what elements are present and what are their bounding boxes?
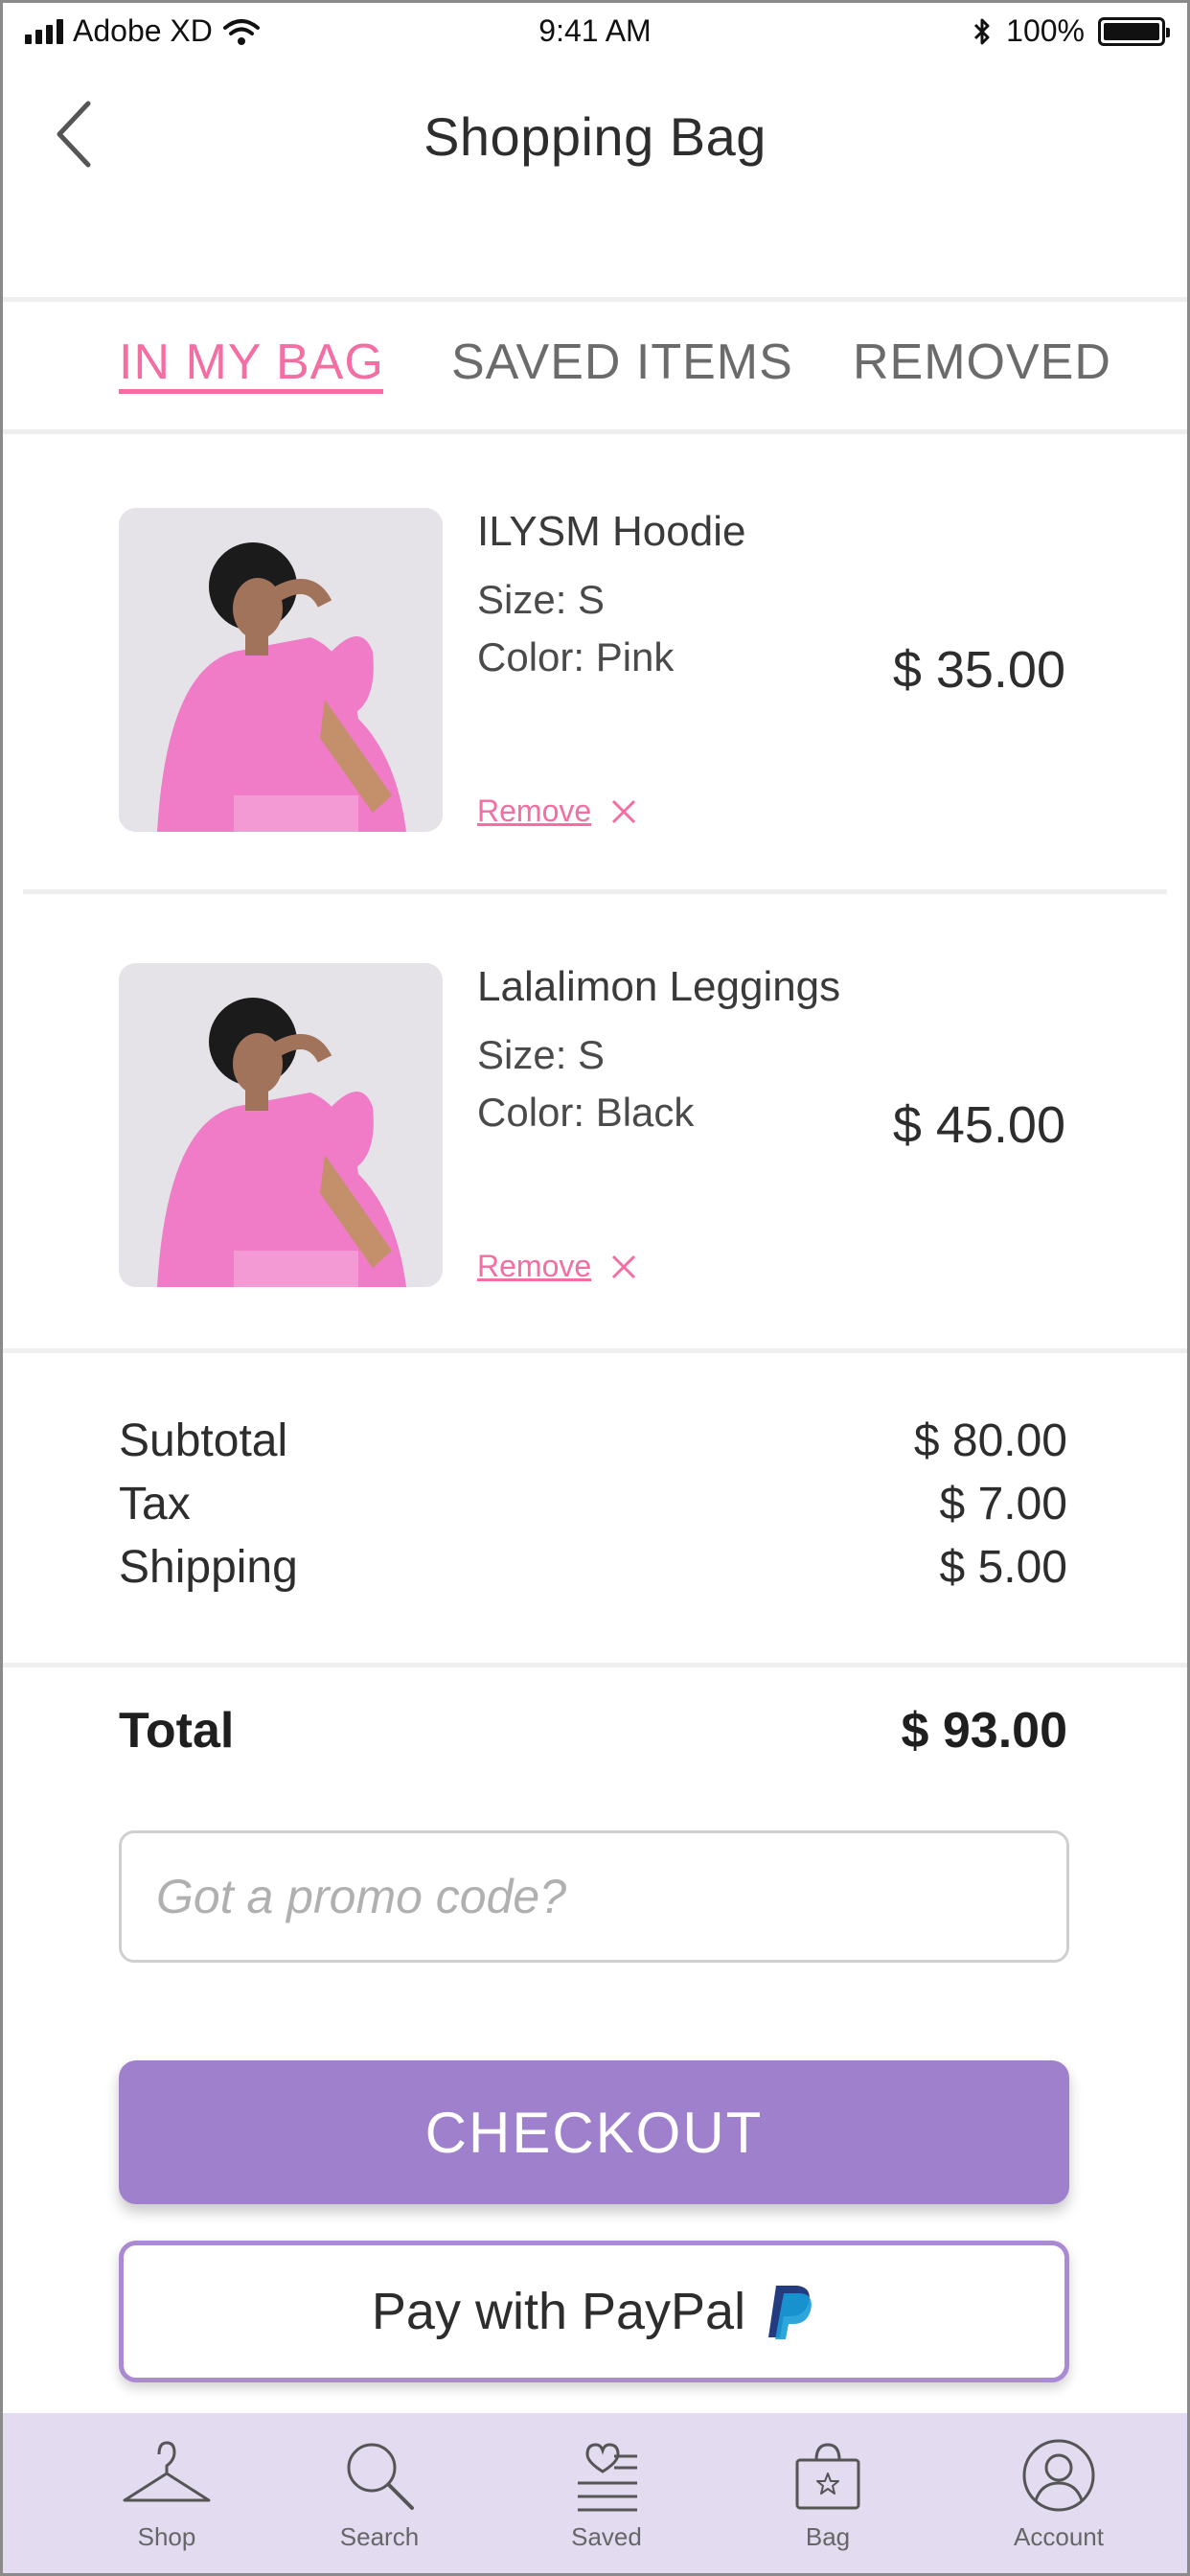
item-size: Size: S (477, 1032, 606, 1077)
remove-label: Remove (477, 794, 592, 828)
battery-percent: 100% (1006, 13, 1085, 48)
item-size: Size: S (477, 577, 606, 622)
nav-saved[interactable]: Saved (520, 2432, 693, 2552)
total-row: Total $ 93.00 (119, 1702, 1067, 1760)
item-name: Lalalimon Leggings (477, 963, 841, 1010)
status-right: 100% (972, 13, 1170, 49)
tax-row: Tax $ 7.00 (119, 1478, 1067, 1530)
account-icon (1022, 2439, 1095, 2512)
tabs-divider (0, 429, 1190, 434)
nav-bag[interactable]: Bag (742, 2432, 914, 2552)
nav-search-label: Search (339, 2522, 420, 2551)
tab-in-my-bag[interactable]: IN MY BAG (119, 334, 384, 391)
segment-tabs: IN MY BAG SAVED ITEMS REMOVED (0, 305, 1190, 429)
item-price: $ 35.00 (892, 641, 1065, 699)
tab-removed[interactable]: REMOVED (853, 334, 1111, 391)
shipping-value: $ 5.00 (939, 1542, 1067, 1593)
nav-search[interactable]: Search (293, 2432, 466, 2552)
total-value: $ 93.00 (901, 1703, 1068, 1759)
paypal-label: Pay with PayPal (371, 2283, 746, 2340)
paypal-button[interactable]: Pay with PayPal (119, 2241, 1069, 2382)
subtotal-row: Subtotal $ 80.00 (119, 1414, 1067, 1467)
bag-item: ILYSM Hoodie Size: S Color: Pink $ 35.00… (0, 489, 1190, 891)
search-icon (347, 2443, 414, 2510)
nav-shop-label: Shop (137, 2522, 196, 2551)
close-icon (612, 799, 636, 823)
total-label: Total (119, 1703, 235, 1759)
item-color: Color: Black (477, 1090, 695, 1135)
item-color: Color: Pink (477, 634, 675, 679)
close-icon (612, 1254, 636, 1278)
nav-account-label: Account (1014, 2522, 1104, 2551)
remove-label: Remove (477, 1249, 592, 1283)
bluetooth-icon (974, 18, 990, 44)
nav-saved-label: Saved (571, 2522, 642, 2551)
nav-account[interactable]: Account (973, 2432, 1145, 2552)
subtotal-label: Subtotal (119, 1415, 288, 1466)
items-summary-divider (0, 1348, 1190, 1353)
status-bar: Adobe XD 9:41 AM 100% (0, 0, 1190, 67)
remove-item-button[interactable]: Remove (477, 1249, 637, 1284)
tab-saved-items[interactable]: SAVED ITEMS (451, 334, 793, 391)
promo-code-input[interactable] (119, 1830, 1069, 1963)
product-image[interactable] (119, 963, 443, 1287)
hanger-icon (123, 2441, 211, 2502)
item-name: ILYSM Hoodie (477, 508, 746, 555)
heart-list-icon (578, 2443, 637, 2512)
bottom-tab-bar: Shop Search Saved Bag Account (0, 2413, 1190, 2576)
bag-icon (795, 2443, 860, 2510)
item-divider (23, 889, 1167, 894)
battery-icon (1098, 16, 1170, 46)
bag-item: Lalalimon Leggings Size: S Color: Black … (0, 944, 1190, 1346)
paypal-icon (768, 2286, 812, 2339)
tax-label: Tax (119, 1479, 191, 1530)
tax-value: $ 7.00 (939, 1479, 1067, 1530)
shipping-row: Shipping $ 5.00 (119, 1541, 1067, 1594)
header-divider (0, 297, 1190, 302)
product-image[interactable] (119, 508, 443, 832)
active-tab-indicator (119, 389, 383, 394)
header: Shopping Bag (0, 67, 1190, 297)
nav-bag-label: Bag (805, 2522, 851, 2551)
page-title: Shopping Bag (423, 106, 767, 167)
shipping-label: Shipping (119, 1542, 298, 1593)
nav-shop[interactable]: Shop (80, 2432, 253, 2552)
remove-item-button[interactable]: Remove (477, 794, 637, 829)
summary-total-divider (0, 1663, 1190, 1668)
checkout-button[interactable]: CHECKOUT (119, 2060, 1069, 2204)
subtotal-value: $ 80.00 (913, 1415, 1067, 1466)
item-price: $ 45.00 (892, 1096, 1065, 1154)
